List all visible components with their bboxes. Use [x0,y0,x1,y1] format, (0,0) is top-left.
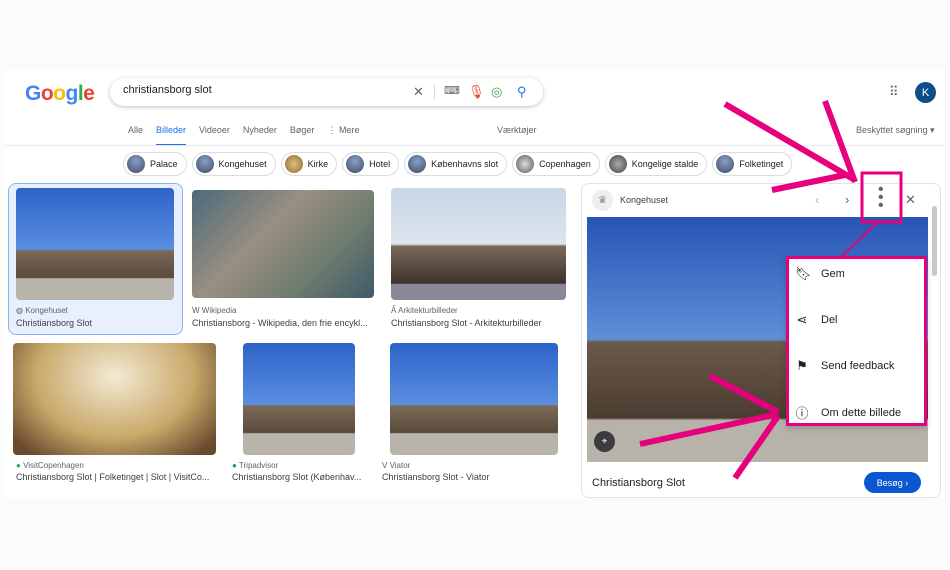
menu-item-about-image[interactable]: ⓘ Om dette billede [795,403,901,422]
menu-item-share[interactable]: ⋖ Del [795,312,838,328]
mic-icon[interactable]: 🎙 [468,84,485,100]
result-image[interactable] [192,190,374,298]
lens-icon[interactable]: ◎ [491,84,502,100]
chip-kirke[interactable]: Kirke [280,152,338,176]
lens-search-icon[interactable]: ⌖ [594,431,615,452]
result-source: W Wikipedia [192,306,237,315]
result-title[interactable]: Christiansborg Slot - Arkitekturbilleder [391,318,542,328]
search-icon[interactable]: ⚲ [517,84,527,100]
tab-more[interactable]: ⋮ Mere [327,125,359,146]
tools-button[interactable]: Værktøjer [497,125,537,135]
visit-button[interactable]: Besøg › [864,472,921,493]
chip-copenhagen[interactable]: Copenhagen [512,152,600,176]
info-icon: ⓘ [795,406,809,421]
google-images-page: Google ✕ ⌨ 🎙 ◎ ⚲ ⠿ K Alle Billeder Video… [5,70,945,498]
clear-icon[interactable]: ✕ [413,84,424,100]
result-source: ◍ Kongehuset [16,306,68,315]
apps-grid-icon[interactable]: ⠿ [889,84,899,100]
tab-images[interactable]: Billeder [156,125,187,146]
more-options-icon[interactable]: • • • [878,182,884,214]
result-title[interactable]: Christiansborg Slot | Folketinget | Slot… [16,472,209,482]
result-image[interactable] [13,343,216,455]
tab-all[interactable]: Alle [128,125,143,146]
result-title[interactable]: Christiansborg - Wikipedia, den frie enc… [192,318,368,328]
result-image[interactable] [390,343,558,455]
panel-title[interactable]: Christiansborg Slot [592,477,685,489]
previous-icon[interactable]: ‹ [815,192,819,207]
result-image[interactable] [243,343,355,455]
keyboard-icon[interactable]: ⌨ [444,84,460,97]
search-box: ✕ ⌨ 🎙 ◎ ⚲ [110,78,543,106]
chip-palace[interactable]: Palace [123,152,187,176]
result-source: V Viator [382,461,411,470]
flag-icon: ⚑ [796,358,808,373]
chip-kobenhavns-slot[interactable]: Københavns slot [404,152,508,176]
close-icon[interactable]: ✕ [905,192,916,208]
scrollbar[interactable] [932,206,937,276]
tab-books[interactable]: Bøger [290,125,315,146]
search-tabs: Alle Billeder Videoer Nyheder Bøger ⋮ Me… [128,125,359,146]
result-title[interactable]: Christiansborg Slot - Viator [382,472,489,482]
more-options-menu: 🔖︎ Gem ⋖ Del ⚑ Send feedback ⓘ Om dette bill… [786,256,927,426]
divider [5,145,945,146]
menu-item-save[interactable]: 🔖︎ Gem [795,266,845,282]
menu-item-feedback[interactable]: ⚑ Send feedback [795,358,894,374]
bookmark-icon: 🔖︎ [795,266,812,281]
tab-news[interactable]: Nyheder [243,125,277,146]
safe-search-dropdown[interactable]: Beskyttet søgning ▾ [856,125,935,136]
share-icon: ⋖ [796,312,808,327]
safe-search-label: Beskyttet søgning [856,125,928,135]
chip-kongehuset[interactable]: Kongehuset [191,152,276,176]
chip-kongelige-stalde[interactable]: Kongelige stalde [604,152,708,176]
result-image[interactable] [16,188,174,300]
tab-videos[interactable]: Videoer [199,125,230,146]
panel-source[interactable]: Kongehuset [620,195,668,205]
chip-folketinget[interactable]: Folketinget [712,152,793,176]
result-title[interactable]: Christiansborg Slot (Københav... [232,472,361,482]
search-input[interactable] [123,84,403,96]
next-icon[interactable]: › [845,192,849,207]
related-chips: Palace Kongehuset Kirke Hotel Københavns… [123,152,793,176]
result-source: ● VisitCopenhagen [16,461,84,470]
result-title[interactable]: Christiansborg Slot [16,318,92,328]
avatar[interactable]: K [915,82,936,103]
result-image[interactable] [391,188,566,300]
result-source: A̋ Arkitekturbilleder [391,306,458,315]
result-source: ● Tripadvisor [232,461,279,470]
source-favicon: ♛ [592,190,613,211]
chip-hotel[interactable]: Hotel [342,152,400,176]
google-logo[interactable]: Google [25,82,95,106]
